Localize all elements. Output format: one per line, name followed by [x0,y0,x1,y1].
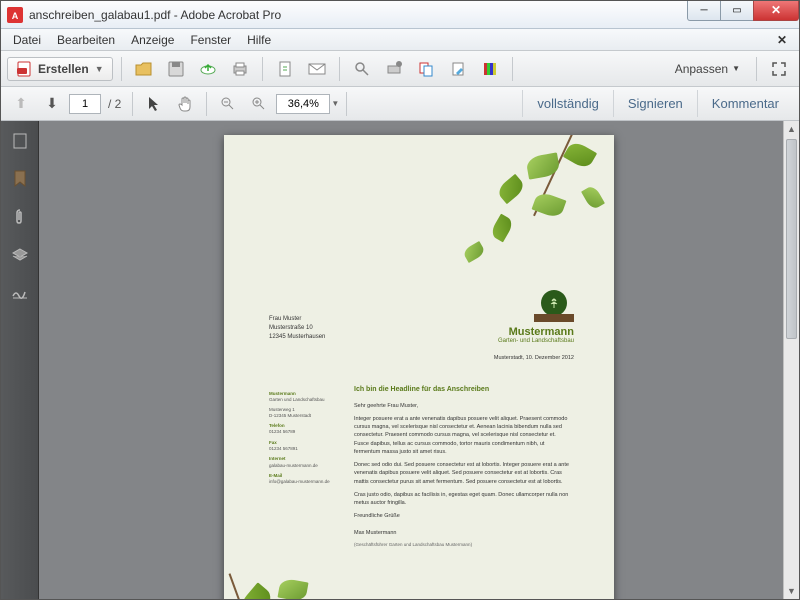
menubar: Datei Bearbeiten Anzeige Fenster Hilfe ✕ [1,29,799,51]
scroll-up-icon[interactable]: ▲ [784,121,799,137]
menu-bearbeiten[interactable]: Bearbeiten [49,31,123,49]
tools-pane-button[interactable]: vollständig [522,90,612,117]
menu-anzeige[interactable]: Anzeige [123,31,182,49]
menu-hilfe[interactable]: Hilfe [239,31,279,49]
scrollbar-thumb[interactable] [786,139,797,339]
customize-button[interactable]: Anpassen ▼ [667,58,748,80]
app-icon: A [7,7,23,23]
content-area: Frau Muster Musterstraße 10 12345 Muster… [1,121,799,599]
search-button[interactable] [348,55,376,83]
email-button[interactable] [303,55,331,83]
select-tool-button[interactable] [140,90,168,118]
company-logo-block: Mustermann Garten- und Landschaftsbau [498,290,574,344]
comment-pane-button[interactable]: Kommentar [697,90,793,117]
recipient-address: Frau Muster Musterstraße 10 12345 Muster… [269,315,325,342]
window-title: anschreiben_galabau1.pdf - Adobe Acrobat… [29,8,688,22]
document-canvas[interactable]: Frau Muster Musterstraße 10 12345 Muster… [39,121,799,599]
titlebar: A anschreiben_galabau1.pdf - Adobe Acrob… [1,1,799,29]
chevron-down-icon: ▼ [95,64,104,74]
company-emblem [534,290,574,322]
export-button[interactable] [271,55,299,83]
nav-sidebar [1,121,39,599]
layers-icon[interactable] [8,243,32,267]
pdf-icon [16,61,32,77]
letter-body: Ich bin die Headline für das Anschreiben… [354,385,572,554]
page-number-input[interactable] [69,94,101,114]
scroll-down-icon[interactable]: ▼ [784,583,799,599]
cloud-button[interactable] [194,55,222,83]
page-up-button[interactable]: ⬆ [7,90,35,118]
print-button[interactable] [226,55,254,83]
zoom-input[interactable] [276,94,330,114]
signatures-icon[interactable] [8,281,32,305]
thumbnails-icon[interactable] [8,129,32,153]
zoom-in-button[interactable] [245,90,273,118]
sign-pane-button[interactable]: Signieren [613,90,697,117]
bookmarks-icon[interactable] [8,167,32,191]
svg-text:A: A [12,11,19,21]
date-place: Musterstadt, 10. Dezember 2012 [494,355,574,361]
print-setup-button[interactable] [380,55,408,83]
create-button[interactable]: Erstellen ▼ [7,57,113,81]
window-controls: ─ ▭ ✕ [688,1,799,21]
letter-headline: Ich bin die Headline für das Anschreiben [354,385,572,396]
pdf-page: Frau Muster Musterstraße 10 12345 Muster… [224,135,614,599]
menu-datei[interactable]: Datei [5,31,49,49]
app-window: A anschreiben_galabau1.pdf - Adobe Acrob… [0,0,800,600]
attachments-icon[interactable] [8,205,32,229]
create-label: Erstellen [38,62,89,76]
vertical-scrollbar[interactable]: ▲ ▼ [783,121,799,599]
sender-info: Mustermann Garten und Landschaftsbau Mus… [269,387,339,486]
close-button[interactable]: ✕ [753,1,799,21]
chevron-down-icon: ▼ [732,64,740,73]
menu-fenster[interactable]: Fenster [182,31,239,49]
document-close-button[interactable]: ✕ [769,33,795,47]
company-subtitle: Garten- und Landschaftsbau [498,338,574,344]
company-name: Mustermann [498,326,574,338]
main-toolbar: Erstellen ▼ Anpassen ▼ [1,51,799,87]
chevron-down-icon[interactable]: ▼ [331,99,339,108]
minimize-button[interactable]: ─ [687,1,721,21]
color-button[interactable] [476,55,504,83]
page-total: / 2 [108,97,121,111]
page-down-button[interactable]: ⬇ [38,90,66,118]
open-button[interactable] [130,55,158,83]
edit-button[interactable] [444,55,472,83]
save-button[interactable] [162,55,190,83]
nav-toolbar: ⬆ ⬇ / 2 ▼ vollständig Signieren Kommenta… [1,87,799,121]
fullscreen-button[interactable] [765,55,793,83]
combine-button[interactable] [412,55,440,83]
maximize-button[interactable]: ▭ [720,1,754,21]
hand-tool-button[interactable] [171,90,199,118]
zoom-out-button[interactable] [214,90,242,118]
